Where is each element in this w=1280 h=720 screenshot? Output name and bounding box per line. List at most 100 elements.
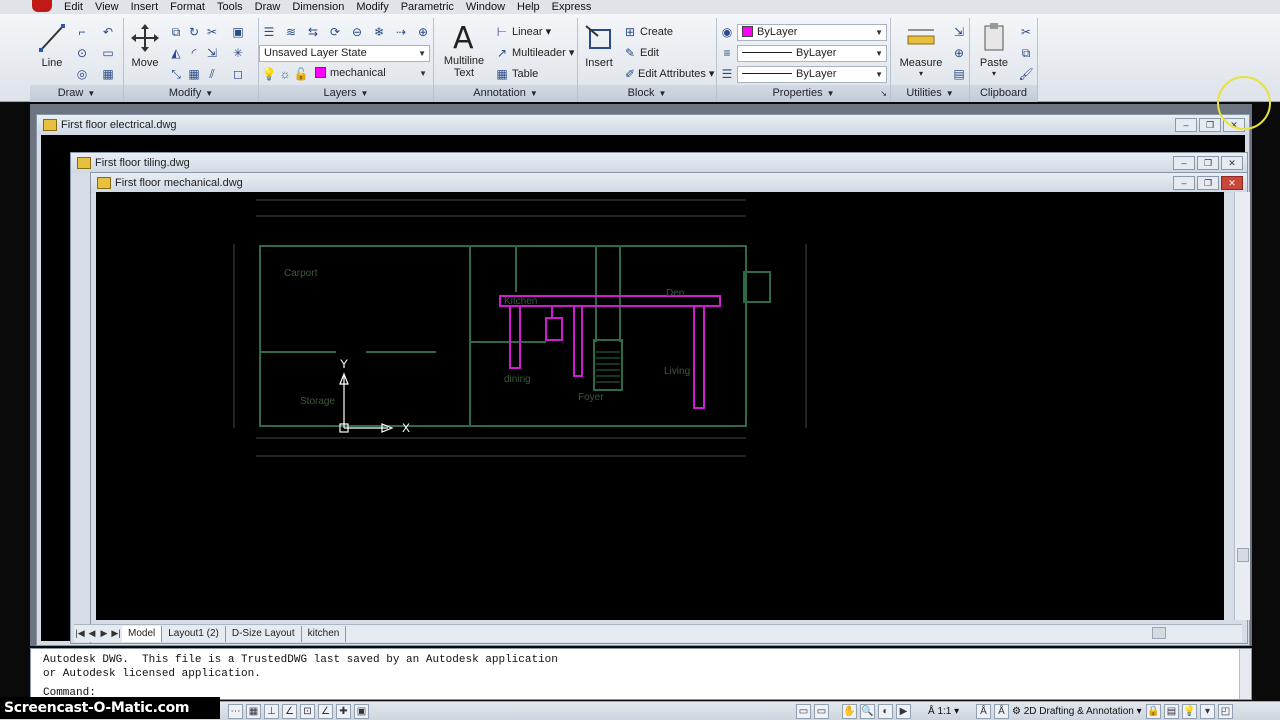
tab-kitchen[interactable]: kitchen bbox=[302, 625, 347, 642]
create-button[interactable]: Create bbox=[640, 24, 673, 40]
menu-draw[interactable]: Draw bbox=[249, 0, 287, 14]
circle-icon[interactable]: ⊙ bbox=[74, 45, 90, 61]
horizontal-scrollbar[interactable] bbox=[894, 625, 1240, 641]
last-tab-icon[interactable]: ▶| bbox=[110, 628, 122, 639]
join-icon[interactable]: ◻ bbox=[230, 66, 246, 82]
lightbulb-icon[interactable]: 💡 bbox=[261, 66, 277, 82]
hscroll-thumb[interactable] bbox=[1152, 627, 1166, 639]
menu-window[interactable]: Window bbox=[460, 0, 511, 14]
multileader-button[interactable]: Multileader ▾ bbox=[512, 45, 574, 61]
prev-tab-icon[interactable]: ◀ bbox=[86, 628, 98, 639]
status-menu-icon[interactable]: ▾ bbox=[1200, 704, 1215, 719]
lineweight-dropdown[interactable]: ByLayer ▼ bbox=[737, 45, 887, 62]
auto-scale-icon[interactable]: Å bbox=[994, 704, 1009, 719]
copy-clip-icon[interactable]: ⧉ bbox=[1018, 45, 1034, 61]
document-title-bar[interactable]: First floor tiling.dwg – ❐ ✕ bbox=[71, 153, 1247, 173]
snap-mode-icon[interactable]: ⋯ bbox=[228, 704, 243, 719]
layer-state-dropdown[interactable]: Unsaved Layer State ▼ bbox=[259, 45, 430, 62]
lock-ui-icon[interactable]: 🔒 bbox=[1146, 704, 1161, 719]
object-snap-tracking-icon[interactable]: ∠ bbox=[318, 704, 333, 719]
layer-properties-icon[interactable]: ☰ bbox=[261, 24, 277, 40]
annotation-visibility-icon[interactable]: Å bbox=[976, 704, 991, 719]
steeringwheels-icon[interactable]: ◐ bbox=[878, 704, 893, 719]
model-space-icon[interactable]: ▭ bbox=[796, 704, 811, 719]
quick-select-icon[interactable]: ⇲ bbox=[951, 24, 967, 40]
menu-express[interactable]: Express bbox=[546, 0, 598, 14]
layer-match-icon[interactable]: ⇆ bbox=[305, 24, 321, 40]
vertical-scrollbar[interactable] bbox=[1234, 192, 1250, 620]
draw-panel-title[interactable]: Draw ▼ bbox=[30, 85, 123, 102]
command-scrollbar[interactable] bbox=[1239, 649, 1251, 699]
menu-dimension[interactable]: Dimension bbox=[286, 0, 350, 14]
minimize-button[interactable]: – bbox=[1173, 176, 1195, 190]
restore-button[interactable]: ❐ bbox=[1199, 118, 1221, 132]
workspace-switcher[interactable]: ⚙ 2D Drafting & Annotation ▾ bbox=[1012, 704, 1142, 719]
offset-icon[interactable]: ⫽ bbox=[204, 66, 220, 82]
color-dropdown[interactable]: ByLayer ▼ bbox=[737, 24, 887, 41]
array-icon[interactable]: ▦ bbox=[186, 66, 202, 82]
annotation-panel-title[interactable]: Annotation ▼ bbox=[434, 85, 577, 102]
mirror-icon[interactable]: ◭ bbox=[168, 45, 184, 61]
isolate-objects-icon[interactable]: 💡 bbox=[1182, 704, 1197, 719]
tab-model[interactable]: Model bbox=[122, 625, 163, 642]
menu-format[interactable]: Format bbox=[164, 0, 211, 14]
menu-view[interactable]: View bbox=[89, 0, 125, 14]
move-button[interactable]: Move bbox=[128, 22, 162, 69]
clean-screen-icon[interactable]: ◰ bbox=[1218, 704, 1233, 719]
first-tab-icon[interactable]: |◀ bbox=[74, 628, 86, 639]
zoom-icon[interactable]: 🔍 bbox=[860, 704, 875, 719]
line-button[interactable]: Line bbox=[34, 22, 70, 69]
erase-icon[interactable]: ▣ bbox=[230, 24, 246, 40]
utilities-panel-title[interactable]: Utilities ▼ bbox=[891, 85, 969, 102]
linetype-dropdown[interactable]: ByLayer ▼ bbox=[737, 66, 887, 83]
paste-button[interactable]: Paste ▾ bbox=[974, 22, 1014, 78]
measure-button[interactable]: Measure ▾ bbox=[895, 22, 947, 78]
quick-view-layouts-icon[interactable]: ▭ bbox=[814, 704, 829, 719]
sun-icon[interactable]: ☼ bbox=[277, 66, 293, 82]
command-line[interactable]: Autodesk DWG. This file is a TrustedDWG … bbox=[30, 648, 1252, 700]
scroll-thumb[interactable] bbox=[1237, 548, 1249, 562]
modify-panel-title[interactable]: Modify ▼ bbox=[124, 85, 258, 102]
close-button[interactable]: ✕ bbox=[1223, 118, 1245, 132]
layer-dropdown[interactable]: mechanical ▼ bbox=[311, 66, 430, 83]
layer-walk-icon[interactable]: ⇢ bbox=[393, 24, 409, 40]
hardware-acceleration-icon[interactable]: ▤ bbox=[1164, 704, 1179, 719]
trim-icon[interactable]: ✂ bbox=[204, 24, 220, 40]
showmotion-icon[interactable]: ▶ bbox=[896, 704, 911, 719]
multiline-text-button[interactable]: A Multiline Text bbox=[438, 22, 490, 79]
tab-layout1[interactable]: Layout1 (2) bbox=[162, 625, 226, 642]
edit-button[interactable]: Edit bbox=[640, 45, 659, 61]
ellipse-icon[interactable]: ◎ bbox=[74, 66, 90, 82]
tab-d-size-layout[interactable]: D-Size Layout bbox=[226, 625, 302, 642]
close-button[interactable]: ✕ bbox=[1221, 176, 1243, 190]
menu-insert[interactable]: Insert bbox=[125, 0, 165, 14]
linear-button[interactable]: Linear ▾ bbox=[512, 24, 551, 40]
menu-tools[interactable]: Tools bbox=[211, 0, 249, 14]
minimize-button[interactable]: – bbox=[1173, 156, 1195, 170]
minimize-button[interactable]: – bbox=[1175, 118, 1197, 132]
document-title-bar[interactable]: First floor electrical.dwg – ❐ ✕ bbox=[37, 115, 1249, 135]
scale-icon[interactable]: ⤡ bbox=[168, 66, 184, 82]
dynamic-ucs-icon[interactable]: ✚ bbox=[336, 704, 351, 719]
polar-tracking-icon[interactable]: ∠ bbox=[282, 704, 297, 719]
explode-icon[interactable]: ✳ bbox=[230, 45, 246, 61]
layer-iso-icon[interactable]: ⟳ bbox=[327, 24, 343, 40]
menu-modify[interactable]: Modify bbox=[350, 0, 394, 14]
next-tab-icon[interactable]: ▶ bbox=[98, 628, 110, 639]
match-properties-icon[interactable]: 🖌 bbox=[1018, 66, 1034, 82]
calculator-icon[interactable]: ▤ bbox=[951, 66, 967, 82]
hatch-icon[interactable]: ▦ bbox=[100, 66, 116, 82]
app-logo[interactable] bbox=[0, 0, 58, 14]
menu-parametric[interactable]: Parametric bbox=[395, 0, 460, 14]
clipboard-panel-title[interactable]: Clipboard bbox=[970, 85, 1037, 102]
polyline-icon[interactable]: ⌐ bbox=[74, 24, 90, 40]
id-point-icon[interactable]: ⊕ bbox=[951, 45, 967, 61]
object-snap-icon[interactable]: ⊡ bbox=[300, 704, 315, 719]
cut-icon[interactable]: ✂ bbox=[1018, 24, 1034, 40]
rotate-icon[interactable]: ↻ bbox=[186, 24, 202, 40]
layers-panel-title[interactable]: Layers ▼ bbox=[259, 85, 433, 102]
layer-states-icon[interactable]: ≋ bbox=[283, 24, 299, 40]
dynamic-input-icon[interactable]: ▣ bbox=[354, 704, 369, 719]
restore-button[interactable]: ❐ bbox=[1197, 156, 1219, 170]
menu-help[interactable]: Help bbox=[511, 0, 546, 14]
